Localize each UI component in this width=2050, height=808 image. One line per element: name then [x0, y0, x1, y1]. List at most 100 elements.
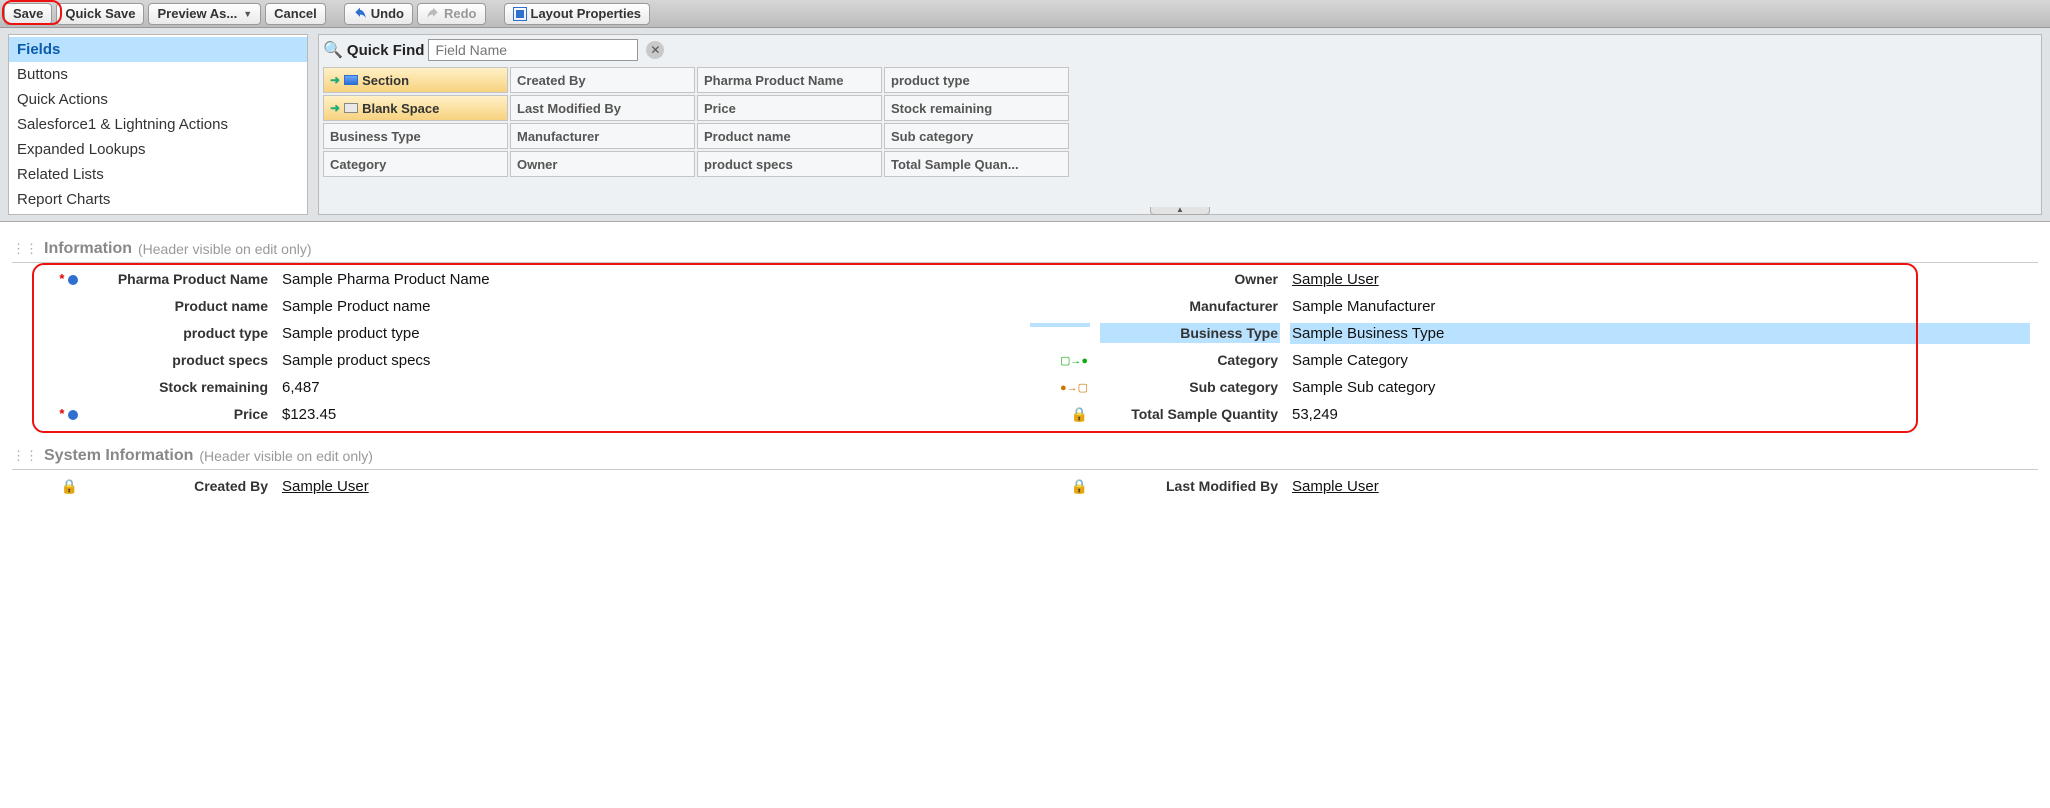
- field-indicators: [20, 377, 80, 381]
- palette-item-label: Created By: [517, 73, 586, 88]
- sidebar-item-buttons[interactable]: Buttons: [9, 62, 307, 87]
- palette-field-sub-category[interactable]: Sub category: [884, 123, 1069, 149]
- sidebar-item-quick-actions[interactable]: Quick Actions: [9, 87, 307, 112]
- drag-handle-icon[interactable]: ⋮⋮: [12, 448, 38, 464]
- last-modified-by-link[interactable]: Sample User: [1292, 478, 1379, 495]
- sidebar-item-report-charts[interactable]: Report Charts: [9, 187, 307, 212]
- palette-item-label: Owner: [517, 157, 557, 172]
- preview-as-button[interactable]: Preview As...▼: [148, 3, 261, 25]
- standard-field-icon: [68, 410, 78, 420]
- palette-field-created-by[interactable]: Created By: [510, 67, 695, 93]
- quick-find-clear-icon[interactable]: ✕: [646, 41, 664, 59]
- sidebar-item-fields[interactable]: Fields: [9, 37, 307, 62]
- created-by-link[interactable]: Sample User: [282, 478, 369, 495]
- palette-item-label: Business Type: [330, 129, 421, 144]
- palette-field-owner[interactable]: Owner: [510, 151, 695, 177]
- palette-item-label: Category: [330, 157, 386, 172]
- palette-field-business-type[interactable]: Business Type: [323, 123, 508, 149]
- field-label-product-specs[interactable]: product specs: [90, 350, 270, 370]
- palette-field-total-sample-qty[interactable]: Total Sample Quan...: [884, 151, 1069, 177]
- section-note: (Header visible on edit only): [199, 448, 373, 464]
- field-label-manufacturer[interactable]: Manufacturer: [1100, 296, 1280, 316]
- palette-item-label: product type: [891, 73, 970, 88]
- field-label-product-name[interactable]: Product name: [90, 296, 270, 316]
- palette-field-pharma-product-name[interactable]: Pharma Product Name: [697, 67, 882, 93]
- section-title: System Information: [44, 447, 193, 465]
- required-icon: *: [59, 271, 64, 286]
- palette-field-product-specs[interactable]: product specs: [697, 151, 882, 177]
- undo-button-label: Undo: [371, 6, 404, 21]
- lock-icon: 🔒: [61, 478, 78, 494]
- palette-resize-grip[interactable]: ▲: [1150, 207, 1210, 215]
- palette-item-label: Total Sample Quan...: [891, 157, 1019, 172]
- quick-save-button[interactable]: Quick Save: [56, 3, 144, 25]
- dropdown-caret-icon: ▼: [243, 9, 252, 19]
- sidebar-item-related-lists[interactable]: Related Lists: [9, 162, 307, 187]
- cancel-button-label: Cancel: [274, 6, 317, 21]
- redo-button-label: Redo: [444, 6, 477, 21]
- controlling-field-icon: ▢→●: [1060, 355, 1088, 367]
- palette-field-product-name[interactable]: Product name: [697, 123, 882, 149]
- quick-find-input[interactable]: [428, 39, 638, 61]
- section-header-information[interactable]: ⋮⋮ Information (Header visible on edit o…: [12, 236, 2038, 263]
- field-label-last-modified-by[interactable]: Last Modified By: [1100, 476, 1280, 496]
- section-header-system-information[interactable]: ⋮⋮ System Information (Header visible on…: [12, 443, 2038, 470]
- field-value-pharma-product-name: Sample Pharma Product Name: [280, 269, 1020, 290]
- sidebar-item-label: Related Lists: [17, 166, 104, 183]
- standard-field-icon: [68, 275, 78, 285]
- palette-field-price[interactable]: Price: [697, 95, 882, 121]
- field-label-category[interactable]: Category: [1100, 350, 1280, 370]
- palette-field-manufacturer[interactable]: Manufacturer: [510, 123, 695, 149]
- sidebar-item-label: Fields: [17, 41, 60, 58]
- palette-field-category[interactable]: Category: [323, 151, 508, 177]
- palette-item-label: product specs: [704, 157, 793, 172]
- field-label-total-sample-quantity[interactable]: Total Sample Quantity: [1100, 404, 1280, 424]
- layout-properties-icon: [513, 7, 527, 21]
- palette-item-label: Price: [704, 101, 736, 116]
- field-label-owner[interactable]: Owner: [1100, 269, 1280, 289]
- field-value-price: $123.45: [280, 404, 1020, 425]
- field-value-total-sample-quantity: 53,249: [1290, 404, 2030, 425]
- field-indicators: ▢→●: [1030, 350, 1090, 369]
- field-value-created-by: Sample User: [280, 476, 1020, 497]
- field-label-pharma-product-name[interactable]: Pharma Product Name: [90, 269, 270, 289]
- field-label-price[interactable]: Price: [90, 404, 270, 424]
- field-indicators: *: [20, 269, 80, 288]
- field-value-product-specs: Sample product specs: [280, 350, 1020, 371]
- owner-link[interactable]: Sample User: [1292, 271, 1379, 288]
- cancel-button[interactable]: Cancel: [265, 3, 326, 25]
- palette-field-stock-remaining[interactable]: Stock remaining: [884, 95, 1069, 121]
- layout-properties-button[interactable]: Layout Properties: [504, 3, 651, 25]
- palette-item-label: Stock remaining: [891, 101, 992, 116]
- field-value-business-type: Sample Business Type: [1290, 323, 2030, 344]
- palette-field-last-modified-by[interactable]: Last Modified By: [510, 95, 695, 121]
- field-value-category: Sample Category: [1290, 350, 2030, 371]
- field-label-product-type[interactable]: product type: [90, 323, 270, 343]
- save-button-label: Save: [13, 6, 43, 21]
- sidebar-item-label: Buttons: [17, 66, 68, 83]
- save-button[interactable]: Save: [4, 3, 52, 25]
- field-indicators: [20, 350, 80, 354]
- field-indicators: [20, 296, 80, 300]
- quick-find-label: Quick Find: [347, 42, 425, 59]
- drag-handle-icon[interactable]: ⋮⋮: [12, 241, 38, 257]
- field-indicators: [20, 323, 80, 327]
- undo-button[interactable]: Undo: [344, 3, 413, 25]
- section-note: (Header visible on edit only): [138, 241, 312, 257]
- sidebar-item-sf1-lightning-actions[interactable]: Salesforce1 & Lightning Actions: [9, 112, 307, 137]
- palette-blank-space-item[interactable]: ➜Blank Space: [323, 95, 508, 121]
- field-label-created-by[interactable]: Created By: [90, 476, 270, 496]
- palette-field-product-type[interactable]: product type: [884, 67, 1069, 93]
- lock-icon: 🔒: [1071, 478, 1088, 494]
- field-indicators: [1030, 269, 1090, 273]
- sidebar-item-label: Expanded Lookups: [17, 141, 145, 158]
- palette-item-label: Manufacturer: [517, 129, 599, 144]
- palette-section-item[interactable]: ➜Section: [323, 67, 508, 93]
- sidebar-item-expanded-lookups[interactable]: Expanded Lookups: [9, 137, 307, 162]
- field-label-business-type[interactable]: Business Type: [1100, 323, 1280, 343]
- toolbar: Save Quick Save Preview As...▼ Cancel Un…: [0, 0, 2050, 28]
- field-value-last-modified-by: Sample User: [1290, 476, 2030, 497]
- field-value-sub-category: Sample Sub category: [1290, 377, 2030, 398]
- field-label-sub-category[interactable]: Sub category: [1100, 377, 1280, 397]
- field-label-stock-remaining[interactable]: Stock remaining: [90, 377, 270, 397]
